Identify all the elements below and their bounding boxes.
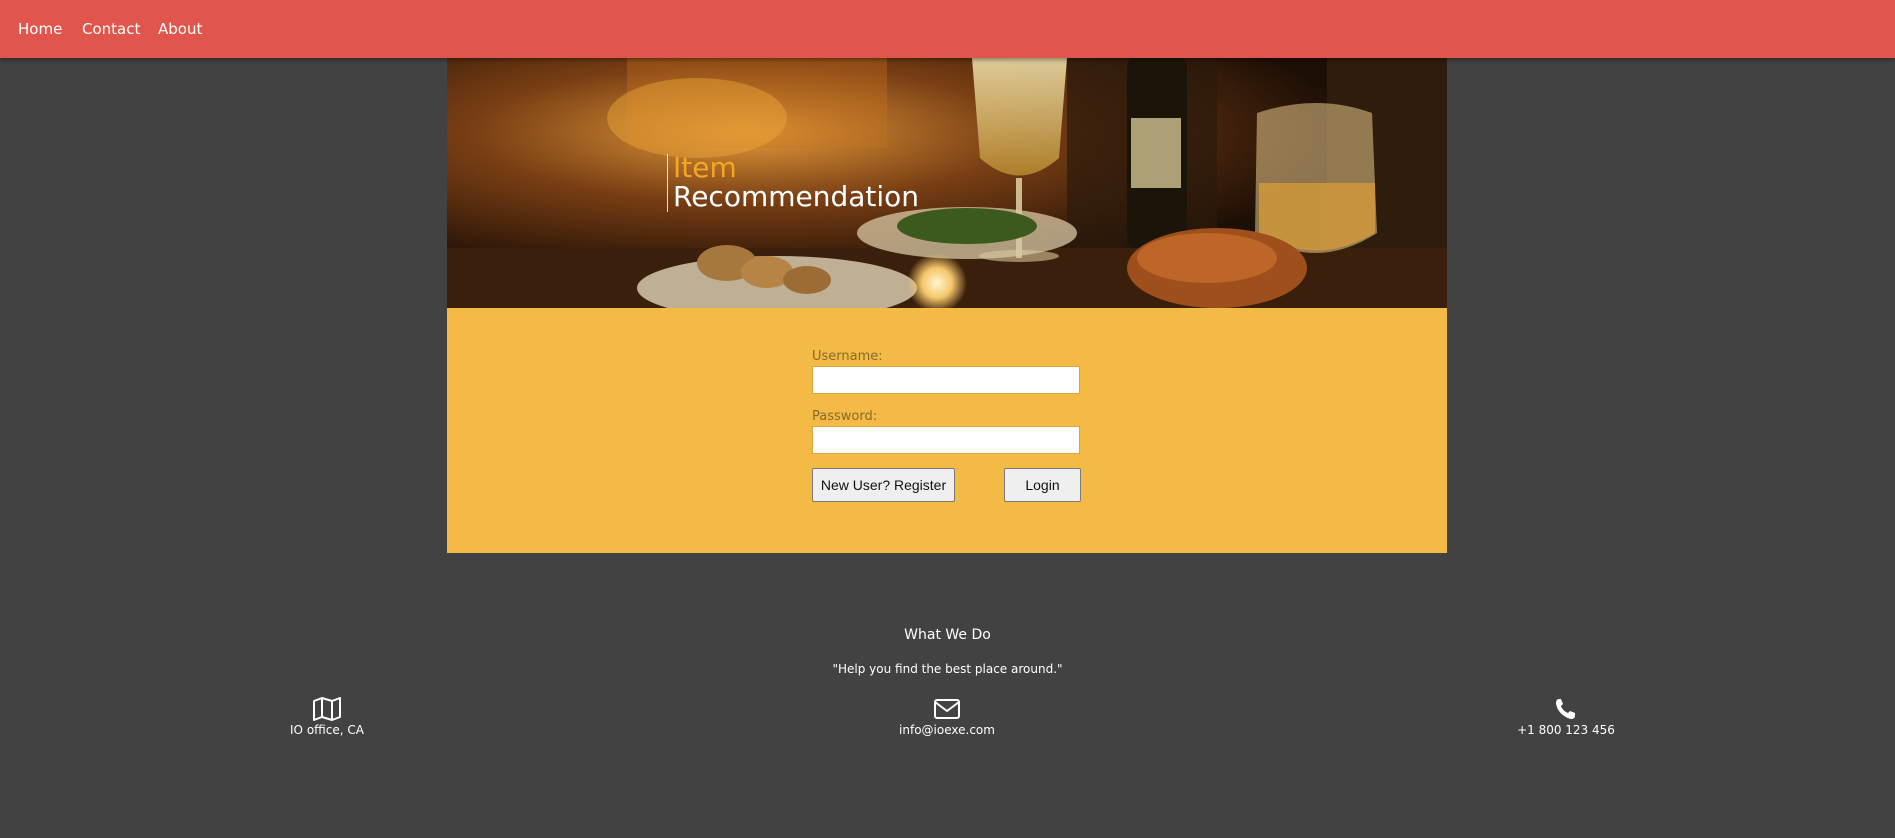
contact-phone-text: +1 800 123 456 — [1517, 723, 1615, 737]
login-panel: Username: Password: New User? Register L… — [447, 308, 1447, 553]
password-label: Password: — [812, 409, 878, 424]
nav-link-contact[interactable]: Contact — [82, 0, 140, 58]
top-navbar: Home Contact About — [0, 0, 1895, 58]
hero-banner: Item Recommendation — [447, 58, 1447, 308]
contact-address-text: IO office, CA — [290, 723, 364, 737]
map-icon — [313, 697, 341, 721]
username-input[interactable] — [812, 366, 1080, 394]
brand-title-line1: Item — [673, 151, 737, 184]
register-button[interactable]: New User? Register — [812, 468, 955, 502]
phone-icon — [1556, 699, 1575, 719]
hero-dinner-image — [447, 58, 1447, 308]
envelope-icon — [934, 699, 960, 719]
password-input[interactable] — [812, 426, 1080, 454]
footer-tagline: "Help you find the best place around." — [832, 662, 1063, 676]
footer-title: What We Do — [904, 627, 991, 643]
brand-title: Item Recommendation — [667, 154, 919, 212]
nav-link-about[interactable]: About — [158, 0, 202, 58]
contact-phone: +1 800 123 456 — [1456, 697, 1676, 737]
contact-email-text: info@ioexe.com — [899, 723, 995, 737]
contact-email: info@ioexe.com — [837, 697, 1057, 737]
contact-address: IO office, CA — [217, 697, 437, 737]
brand-title-line2: Recommendation — [673, 180, 920, 213]
nav-link-home[interactable]: Home — [18, 0, 62, 58]
username-label: Username: — [812, 349, 883, 364]
login-button[interactable]: Login — [1004, 468, 1081, 502]
